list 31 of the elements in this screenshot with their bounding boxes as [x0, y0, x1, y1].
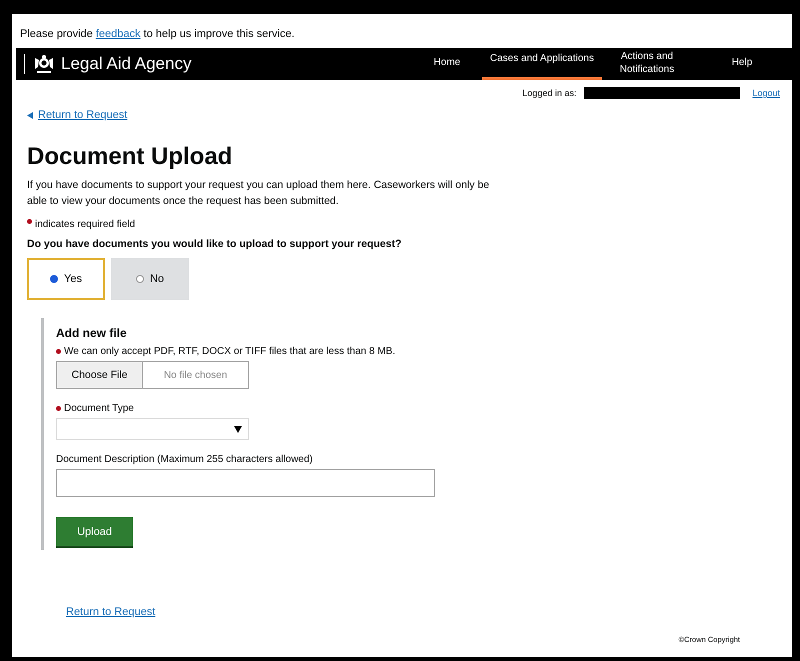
dropdown-arrow-icon — [234, 426, 242, 432]
logout-link[interactable]: Logout — [752, 88, 780, 98]
required-dot-icon — [27, 219, 32, 224]
file-input[interactable]: Choose File No file chosen — [56, 361, 249, 389]
file-status: No file chosen — [162, 368, 228, 382]
field-label: Document Type — [64, 403, 134, 414]
question-label: Do you have documents you would like to upload to support your request? — [27, 238, 403, 250]
logged-in-label: Logged in as: — [522, 88, 576, 98]
intro-text: If you have documents to support your request you can upload them here. Caseworkers will only be able to view your documents once the request has been submitted. — [27, 178, 490, 209]
nav-tab[interactable]: Home — [412, 48, 482, 80]
required-note: indicates required field — [35, 219, 136, 230]
return-link[interactable]: Return to Request — [66, 606, 156, 618]
radio-option[interactable]: Yes — [27, 258, 105, 300]
panel-heading: Add new file — [56, 326, 128, 340]
agency-name: Legal Aid Agency — [61, 54, 192, 74]
feedback-message: Please provide feedback to help us improve this service. — [20, 28, 295, 40]
field-label: We can only accept PDF, RTF, DOCX or TIFF files that are less than 8 MB. — [64, 346, 396, 357]
feedback-link[interactable]: feedback — [96, 28, 140, 40]
choose-file-button[interactable]: Choose File — [57, 362, 143, 388]
nav-tab[interactable]: Help — [692, 48, 792, 80]
nav-tab[interactable]: Cases and Applications — [482, 48, 602, 80]
description-field[interactable] — [56, 469, 435, 497]
crest-icon — [33, 54, 55, 74]
radio-option[interactable]: No — [111, 258, 189, 300]
upload-button[interactable]: Upload — [56, 517, 133, 548]
return-link[interactable]: Return to Request — [38, 109, 128, 121]
nav-tab[interactable]: Actions and Notifications — [602, 48, 692, 80]
page-title: Document Upload — [27, 143, 234, 171]
field-label: Document Description (Maximum 255 characters allowed) — [56, 454, 313, 465]
back-arrow-icon — [27, 112, 33, 118]
document-type-select[interactable] — [56, 418, 249, 440]
